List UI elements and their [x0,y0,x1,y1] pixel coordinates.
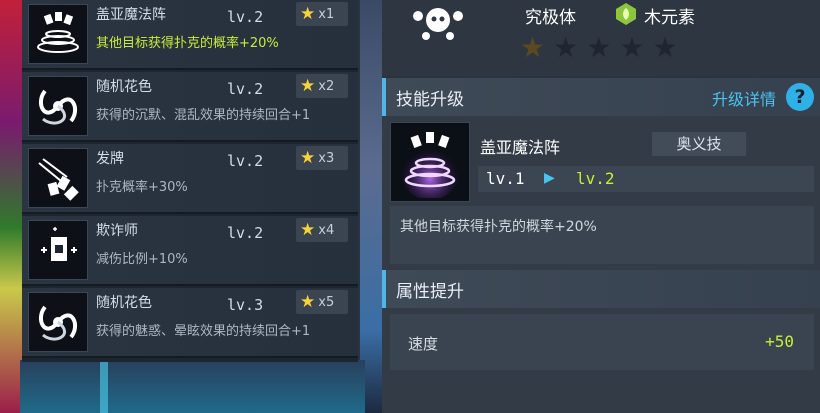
star-count: x5 [318,294,335,310]
star-rating: ★ ★ ★ ★ ★ [520,32,678,64]
skill-level: lv.2 [227,224,264,242]
star-icon: ★ [300,3,316,24]
star-icon: ★ [300,291,316,312]
skill-level: lv.2 [227,80,264,98]
attribute-row: 速度 +50 [390,314,814,370]
upgrade-details-link[interactable]: 升级详情 [712,86,776,110]
level-to: lv.2 [576,169,615,188]
skill-name: 随机花色 [96,295,152,311]
pet-type-label: 究极体 [525,8,576,28]
star-icon: ★ [300,219,316,240]
star-icon: ★ [300,147,316,168]
star-count: x2 [318,78,335,94]
star-count-badge: ★ x4 [296,218,348,242]
skill-description: 扑克概率+30% [96,180,188,195]
star-count-badge: ★ x5 [296,290,348,314]
background-strip [360,0,382,413]
attribute-name: 速度 [408,335,439,353]
skill-level: lv.2 [227,8,264,26]
skill-row-4[interactable]: 欺诈师 lv.2 ★ x4 减伤比例+10% [22,216,358,286]
background-floor [20,360,365,413]
wood-element-icon [614,2,638,26]
skill-row-5[interactable]: 随机花色 lv.3 ★ x5 获得的魅惑、晕眩效果的持续回合+1 [22,288,358,358]
skill-detail-description: 其他目标获得扑克的概率+20% [400,219,597,235]
skill-type-tag: 奥义技 [652,132,746,156]
skill-name: 发牌 [96,151,124,167]
star-count-badge: ★ x3 [296,146,348,170]
star-count-badge: ★ x1 [296,2,348,26]
star-count-badge: ★ x2 [296,74,348,98]
star-empty-icon: ★ [652,31,678,64]
star-count: x3 [318,150,335,166]
skill-name: 盖亚魔法阵 [96,7,166,23]
spiral-icon [28,76,88,136]
star-count: x4 [318,222,335,238]
skill-row-3[interactable]: 发牌 lv.2 ★ x3 扑克概率+30% [22,144,358,214]
level-progress: lv.1 ▶ lv.2 [478,166,814,192]
skill-level: lv.2 [227,152,264,170]
skill-row-2[interactable]: 随机花色 lv.2 ★ x2 获得的沉默、混乱效果的持续回合+1 [22,72,358,142]
card-trick-icon [28,220,88,280]
pet-type-icon [408,2,468,42]
arrow-right-icon: ▶ [544,170,555,186]
skill-level: lv.3 [227,296,264,314]
skill-row-1[interactable]: 盖亚魔法阵 lv.2 ★ x1 其他目标获得扑克的概率+20% [22,0,358,70]
star-count: x1 [318,6,335,22]
section-title: 属性提升 [396,282,464,302]
skill-description: 获得的沉默、混乱效果的持续回合+1 [96,108,311,123]
spiral-icon [28,292,88,352]
element-label: 木元素 [644,8,695,28]
skill-name: 随机花色 [96,79,152,95]
skill-description: 其他目标获得扑克的概率+20% [96,36,279,51]
star-empty-icon: ★ [586,31,612,64]
attribute-value: +50 [765,332,794,351]
magic-circle-icon [28,4,88,64]
cards-throw-icon [28,148,88,208]
section-title: 技能升级 [396,90,464,110]
skill-list: 盖亚魔法阵 lv.2 ★ x1 其他目标获得扑克的概率+20% 随机花色 lv.… [22,0,358,362]
attribute-header: 属性提升 [382,270,820,308]
skill-description: 获得的魅惑、晕眩效果的持续回合+1 [96,324,311,339]
star-icon: ★ [300,75,316,96]
skill-detail-name: 盖亚魔法阵 [480,138,561,157]
skill-detail-description-box: 其他目标获得扑克的概率+20% [390,206,814,264]
skill-description: 减伤比例+10% [96,252,188,267]
star-empty-icon: ★ [619,31,645,64]
skill-detail-card: 盖亚魔法阵 奥义技 lv.1 ▶ lv.2 [390,122,814,202]
star-filled-icon: ★ [520,31,546,64]
skill-name: 欺诈师 [96,223,138,239]
skill-upgrade-header: 技能升级 升级详情 ? [382,78,820,116]
level-from: lv.1 [486,169,525,188]
star-empty-icon: ★ [553,31,579,64]
help-icon[interactable]: ? [786,83,814,111]
magic-circle-icon [390,122,470,202]
